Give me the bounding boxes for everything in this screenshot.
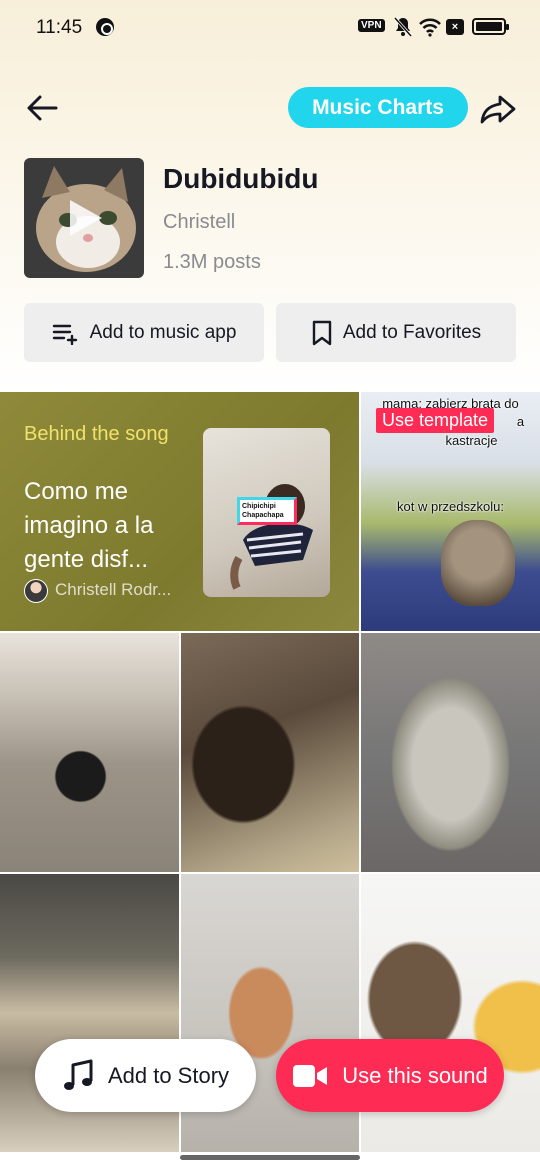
playlist-add-icon	[52, 324, 77, 345]
use-template-video-tile[interactable]: mama: zabierz brata do a kastracje Use t…	[361, 392, 540, 631]
add-to-story-label: Add to Story	[107, 1062, 230, 1088]
chipichipi-sticker: Chipichipi Chapachapa	[237, 497, 297, 525]
video-grid: Behind the song Como me imagino a la gen…	[0, 392, 540, 1152]
add-to-music-app-label: Add to music app	[89, 321, 237, 343]
feature-description: Como me imagino a la gente disf...	[24, 478, 154, 573]
use-this-sound-button[interactable]: Use this sound	[276, 1039, 504, 1112]
add-to-favorites-label: Add to Favorites	[342, 321, 482, 343]
use-this-sound-label: Use this sound	[342, 1062, 488, 1088]
back-button[interactable]	[22, 88, 62, 128]
bookmark-icon	[312, 320, 332, 345]
play-icon	[70, 200, 102, 236]
song-artist[interactable]: Christell	[163, 211, 235, 234]
use-template-badge[interactable]: Use template	[376, 408, 495, 433]
music-note-icon	[63, 1059, 93, 1090]
vpn-icon: VPN	[358, 19, 385, 32]
add-to-favorites-button[interactable]: Add to Favorites	[276, 303, 516, 362]
share-button[interactable]	[478, 88, 518, 128]
template-caption-bottom: kot w przedszkolu:	[397, 499, 504, 514]
add-to-story-button[interactable]: Add to Story	[35, 1039, 256, 1112]
mute-bell-icon	[393, 16, 413, 43]
wifi-icon	[418, 16, 442, 43]
author-avatar	[24, 579, 48, 603]
add-to-music-app-button[interactable]: Add to music app	[24, 303, 264, 362]
home-indicator[interactable]	[180, 1155, 360, 1160]
template-cat-face	[441, 520, 515, 606]
feature-video-thumbnail[interactable]: Chipichipi Chapachapa	[203, 428, 330, 597]
behind-the-song-label: Behind the song	[24, 423, 169, 445]
video-tile-black-kitten[interactable]	[0, 633, 179, 872]
status-bar: 11:45 VPN ×	[0, 0, 540, 56]
behind-the-song-card[interactable]: Behind the song Como me imagino a la gen…	[0, 392, 359, 631]
song-cover[interactable]	[24, 158, 144, 278]
video-tile-gray-cat[interactable]	[361, 633, 540, 872]
video-tile-brown-cat[interactable]	[181, 633, 359, 872]
music-charts-button[interactable]: Music Charts	[288, 87, 468, 128]
template-caption-middle: kastracje	[445, 433, 498, 448]
feature-author-name: Christell Rodr...	[55, 580, 172, 599]
video-camera-icon	[293, 1064, 328, 1087]
back-arrow-icon	[27, 95, 58, 121]
song-posts-count: 1.3M posts	[163, 251, 261, 273]
battery-icon	[472, 18, 509, 35]
app-notification-icon	[96, 18, 114, 36]
no-sim-icon: ×	[446, 19, 464, 35]
status-time: 11:45	[36, 17, 83, 38]
song-title: Dubidubidu	[163, 163, 319, 194]
share-icon	[480, 95, 516, 124]
